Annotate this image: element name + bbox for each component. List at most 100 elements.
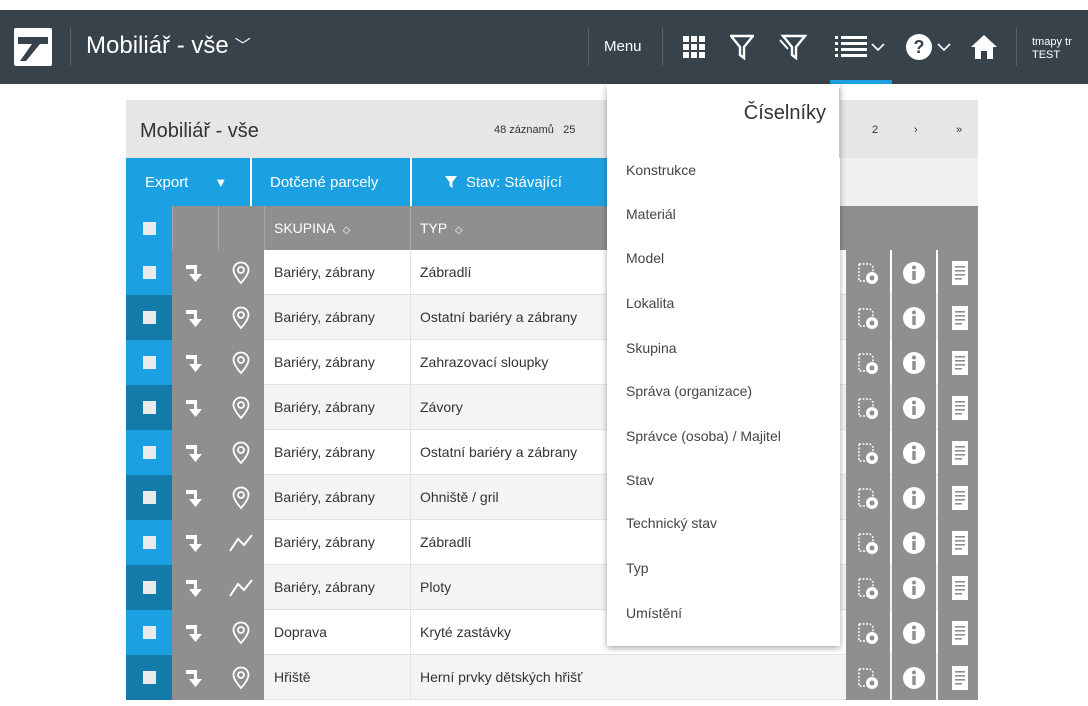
- grid-icon[interactable]: [680, 32, 708, 62]
- select-all-checkbox[interactable]: [126, 206, 172, 250]
- document-icon[interactable]: [938, 385, 978, 430]
- edit-geometry-icon[interactable]: [846, 430, 890, 475]
- row-checkbox[interactable]: [126, 250, 172, 295]
- edit-geometry-icon[interactable]: [846, 655, 890, 700]
- edit-geometry-icon[interactable]: [846, 295, 890, 340]
- dropdown-item[interactable]: Konstrukce: [626, 162, 696, 178]
- filter-icon[interactable]: [728, 32, 756, 62]
- line-geometry-icon[interactable]: [218, 520, 264, 565]
- table-row[interactable]: Bariéry, zábrany Závory: [126, 385, 978, 430]
- table-row[interactable]: Bariéry, zábrany Ostatní bariéry a zábran…: [126, 295, 978, 340]
- info-icon[interactable]: [892, 475, 936, 520]
- document-icon[interactable]: [938, 295, 978, 340]
- table-row[interactable]: Bariéry, zábrany Zábradlí: [126, 250, 978, 295]
- app-title-dropdown[interactable]: Mobiliář - vše ﹀: [86, 32, 251, 60]
- dropdown-item[interactable]: Model: [626, 250, 664, 266]
- zoom-to-icon[interactable]: [172, 520, 218, 565]
- document-icon[interactable]: [938, 520, 978, 565]
- app-logo[interactable]: [14, 28, 52, 66]
- zoom-to-icon[interactable]: [172, 340, 218, 385]
- point-geometry-icon[interactable]: [218, 385, 264, 430]
- pager-next[interactable]: ›: [914, 124, 918, 136]
- zoom-to-icon[interactable]: [172, 565, 218, 610]
- status-filter-button[interactable]: Stav: Stávající: [412, 158, 612, 206]
- zoom-to-icon[interactable]: [172, 295, 218, 340]
- document-icon[interactable]: [938, 250, 978, 295]
- point-geometry-icon[interactable]: [218, 655, 264, 700]
- document-icon[interactable]: [938, 565, 978, 610]
- point-geometry-icon[interactable]: [218, 430, 264, 475]
- info-icon[interactable]: [892, 520, 936, 565]
- row-checkbox[interactable]: [126, 475, 172, 520]
- info-icon[interactable]: [892, 295, 936, 340]
- dropdown-item[interactable]: Stav: [626, 472, 654, 488]
- info-icon[interactable]: [892, 340, 936, 385]
- table-row[interactable]: Bariéry, zábrany Ohniště / gril: [126, 475, 978, 520]
- point-geometry-icon[interactable]: [218, 610, 264, 655]
- column-header-type[interactable]: TYP ◇: [420, 220, 463, 236]
- line-geometry-icon[interactable]: [218, 565, 264, 610]
- edit-geometry-icon[interactable]: [846, 385, 890, 430]
- help-icon[interactable]: ?: [900, 32, 956, 62]
- row-checkbox[interactable]: [126, 610, 172, 655]
- document-icon[interactable]: [938, 430, 978, 475]
- info-icon[interactable]: [892, 655, 936, 700]
- zoom-to-icon[interactable]: [172, 250, 218, 295]
- point-geometry-icon[interactable]: [218, 250, 264, 295]
- dropdown-item[interactable]: Umístění: [626, 605, 682, 621]
- parcels-button[interactable]: Dotčené parcely: [252, 158, 410, 206]
- info-icon[interactable]: [892, 385, 936, 430]
- export-button[interactable]: Export ▼: [126, 158, 250, 206]
- row-checkbox[interactable]: [126, 340, 172, 385]
- edit-geometry-icon[interactable]: [846, 340, 890, 385]
- table-row[interactable]: Bariéry, zábrany Ostatní bariéry a zábran…: [126, 430, 978, 475]
- dropdown-item[interactable]: Správa (organizace): [626, 383, 752, 399]
- edit-geometry-icon[interactable]: [846, 565, 890, 610]
- dropdown-item[interactable]: Správce (osoba) / Majitel: [626, 428, 781, 444]
- zoom-to-icon[interactable]: [172, 385, 218, 430]
- table-row[interactable]: Bariéry, zábrany Zábradlí: [126, 520, 978, 565]
- table-row[interactable]: Bariéry, zábrany Ploty: [126, 565, 978, 610]
- edit-geometry-icon[interactable]: [846, 520, 890, 565]
- menu-button[interactable]: Menu: [604, 38, 642, 55]
- dropdown-item[interactable]: Lokalita: [626, 295, 674, 311]
- zoom-to-icon[interactable]: [172, 430, 218, 475]
- filter-multi-icon[interactable]: [778, 32, 808, 62]
- table-row[interactable]: Bariéry, zábrany Zahrazovací sloupky: [126, 340, 978, 385]
- dropdown-item[interactable]: Skupina: [626, 340, 677, 356]
- zoom-to-icon[interactable]: [172, 655, 218, 700]
- user-menu[interactable]: tmapy tr TEST: [1032, 36, 1072, 62]
- pager-last[interactable]: »: [956, 124, 962, 136]
- document-icon[interactable]: [938, 340, 978, 385]
- info-icon[interactable]: [892, 610, 936, 655]
- edit-geometry-icon[interactable]: [846, 610, 890, 655]
- edit-geometry-icon[interactable]: [846, 250, 890, 295]
- dropdown-item[interactable]: Typ: [626, 560, 649, 576]
- point-geometry-icon[interactable]: [218, 295, 264, 340]
- zoom-to-icon[interactable]: [172, 475, 218, 520]
- zoom-to-icon[interactable]: [172, 610, 218, 655]
- document-icon[interactable]: [938, 475, 978, 520]
- dropdown-item[interactable]: Technický stav: [626, 515, 717, 531]
- list-icon[interactable]: [832, 32, 888, 62]
- dropdown-item[interactable]: Materiál: [626, 206, 676, 222]
- table-row[interactable]: Hřiště Herní prvky dětských hřišť: [126, 655, 978, 700]
- edit-geometry-icon[interactable]: [846, 475, 890, 520]
- scrollbar[interactable]: [839, 88, 840, 158]
- row-checkbox[interactable]: [126, 385, 172, 430]
- info-icon[interactable]: [892, 430, 936, 475]
- point-geometry-icon[interactable]: [218, 475, 264, 520]
- info-icon[interactable]: [892, 565, 936, 610]
- home-icon[interactable]: [968, 32, 1000, 62]
- row-checkbox[interactable]: [126, 520, 172, 565]
- point-geometry-icon[interactable]: [218, 340, 264, 385]
- document-icon[interactable]: [938, 655, 978, 700]
- row-checkbox[interactable]: [126, 655, 172, 700]
- row-checkbox[interactable]: [126, 430, 172, 475]
- row-checkbox[interactable]: [126, 295, 172, 340]
- row-checkbox[interactable]: [126, 565, 172, 610]
- table-row[interactable]: Doprava Kryté zastávky: [126, 610, 978, 655]
- column-header-group[interactable]: SKUPINA ◇: [274, 220, 350, 236]
- document-icon[interactable]: [938, 610, 978, 655]
- info-icon[interactable]: [892, 250, 936, 295]
